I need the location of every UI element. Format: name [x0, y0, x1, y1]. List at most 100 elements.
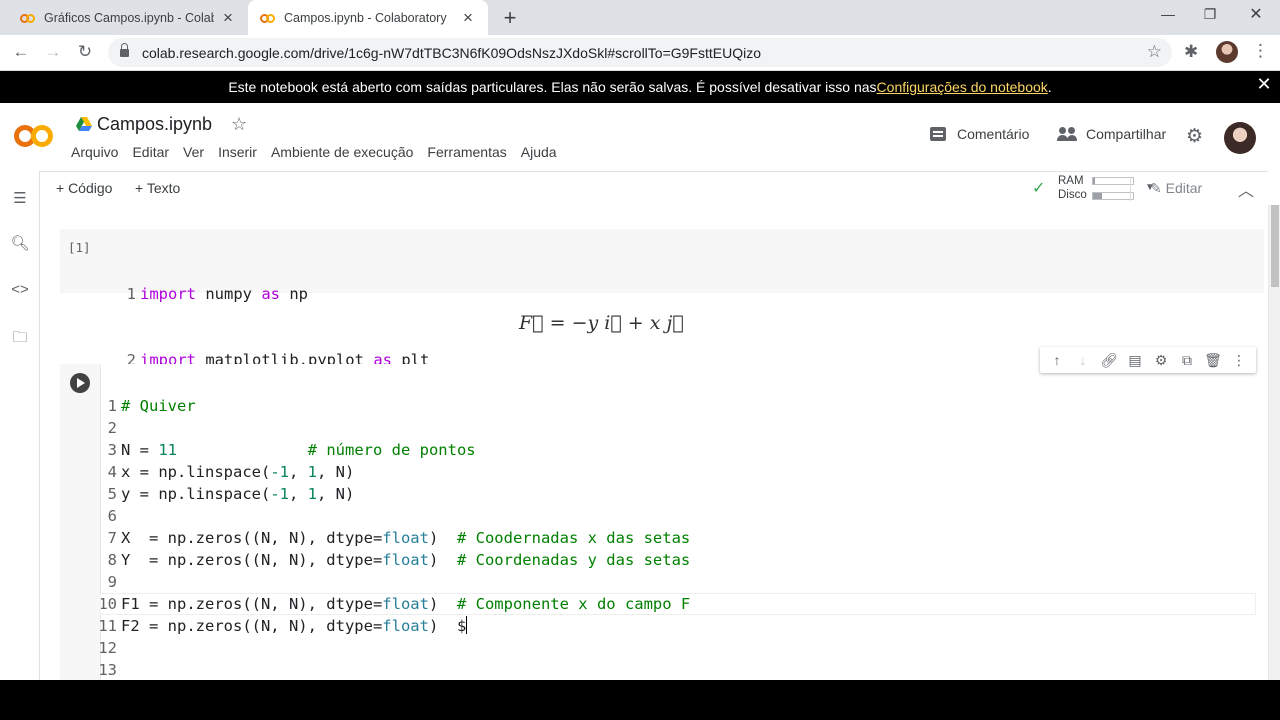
- close-tab-icon[interactable]: ×: [220, 8, 236, 28]
- code-line: 7X = np.zeros((N, N), dtype=float) # Coo…: [107, 529, 691, 547]
- collapse-header-icon[interactable]: ︿: [1238, 177, 1254, 201]
- disk-usage-bar: [1092, 192, 1134, 200]
- link-to-cell-icon[interactable]: 🔗︎: [1099, 352, 1119, 369]
- cell-settings-icon[interactable]: ⚙: [1151, 352, 1171, 369]
- notebook-scrollbar[interactable]: [1268, 205, 1280, 680]
- settings-gear-icon[interactable]: ⚙: [1186, 125, 1203, 148]
- comment-icon: [930, 127, 946, 141]
- menu-arquivo[interactable]: Arquivo: [71, 144, 118, 160]
- notebook-settings-link[interactable]: Configurações do notebook: [877, 79, 1048, 95]
- ram-label: RAM: [1058, 175, 1084, 187]
- code-line: 1 import numpy as np: [126, 285, 308, 303]
- new-tab-icon[interactable]: +: [500, 5, 520, 31]
- close-banner-icon[interactable]: ✕: [1252, 74, 1276, 95]
- more-options-icon[interactable]: ⋮: [1229, 352, 1249, 369]
- banner-text: Este notebook está aberto com saídas par…: [228, 79, 877, 95]
- restore-icon[interactable]: ❐: [1200, 6, 1220, 23]
- comment-label: Comentário: [957, 126, 1030, 142]
- address-bar-row: ← → ↻ colab.research.google.com/drive/1c…: [0, 35, 1280, 71]
- delete-cell-icon[interactable]: 🗑︎: [1203, 352, 1223, 369]
- toolbar-divider: [1130, 177, 1131, 201]
- code-line: 8Y = np.zeros((N, N), dtype=float) # Coo…: [107, 551, 691, 569]
- colab-header: Campos.ipynb ☆ Arquivo Editar Ver Inseri…: [0, 103, 1280, 171]
- code-line: 13: [98, 661, 117, 679]
- menu-inserir[interactable]: Inserir: [218, 144, 257, 160]
- people-icon: [1057, 127, 1077, 141]
- code-snippets-icon[interactable]: <>: [10, 281, 30, 298]
- browser-window: Gráficos Campos.ipynb - Colaboratory × C…: [0, 0, 1280, 680]
- ram-usage-bar: [1092, 177, 1134, 185]
- close-tab-icon[interactable]: ×: [460, 8, 476, 28]
- files-folder-icon[interactable]: 🗀: [10, 327, 30, 352]
- menu-ver[interactable]: Ver: [183, 144, 204, 160]
- pencil-icon: ✎: [1150, 180, 1162, 196]
- code-cell-quiver[interactable]: 1 # Quiver 2 3 N = 11 # número de pontos 4 x =…: [60, 364, 1264, 680]
- search-icon[interactable]: 🔍︎: [10, 234, 30, 252]
- code-line: 11 F2 = np.zeros((N, N), dtype=float) $: [98, 616, 468, 635]
- user-avatar[interactable]: [1224, 122, 1256, 154]
- add-comment-icon[interactable]: ▤: [1125, 352, 1145, 369]
- extensions-icon[interactable]: ✱: [1184, 42, 1198, 62]
- close-window-icon[interactable]: ✕: [1246, 4, 1266, 24]
- current-line-highlight: [100, 593, 1256, 615]
- table-of-contents-icon[interactable]: ☰: [10, 189, 30, 207]
- code-line: 2: [107, 419, 117, 437]
- run-cell-button[interactable]: [70, 373, 90, 393]
- menu-editar[interactable]: Editar: [132, 144, 169, 160]
- omnibox[interactable]: colab.research.google.com/drive/1c6g-nW7…: [108, 38, 1172, 67]
- forward-icon[interactable]: →: [42, 42, 64, 62]
- private-outputs-banner: Este notebook está aberto com saídas par…: [0, 71, 1280, 103]
- colab-favicon-icon: [20, 10, 36, 26]
- cell-editor[interactable]: 1 # Quiver 2 3 N = 11 # número de pontos 4 x =…: [98, 364, 1264, 680]
- star-notebook-icon[interactable]: ☆: [231, 114, 247, 135]
- comment-button[interactable]: Comentário: [930, 126, 1029, 142]
- code-line: 1 # Quiver: [107, 397, 196, 415]
- code-line: 9: [107, 573, 117, 591]
- share-button[interactable]: Compartilhar: [1057, 126, 1166, 142]
- browser-menu-icon[interactable]: ⋮: [1252, 41, 1269, 61]
- tab-strip: Gráficos Campos.ipynb - Colaboratory × C…: [0, 0, 1280, 35]
- code-lines: 1 # Quiver 2 3 N = 11 # número de pontos 4 x =…: [95, 373, 690, 680]
- bookmark-star-icon[interactable]: ☆: [1147, 42, 1162, 62]
- browser-tab-graficos[interactable]: Gráficos Campos.ipynb - Colaboratory ×: [8, 0, 248, 35]
- url-text[interactable]: colab.research.google.com/drive/1c6g-nW7…: [142, 45, 761, 61]
- code-line: 4x = np.linspace(-1, 1, N): [107, 463, 355, 481]
- menu-ambiente-de-execucao[interactable]: Ambiente de execução: [271, 144, 413, 160]
- code-line: 12: [98, 639, 117, 657]
- left-sidebar: ☰ 🔍︎ <> 🗀: [0, 171, 40, 680]
- back-icon[interactable]: ←: [10, 42, 32, 62]
- cell-toolbar: ↑ ↓ 🔗︎ ▤ ⚙ ⧉ 🗑︎ ⋮: [1040, 347, 1256, 373]
- tab-title: Gráficos Campos.ipynb - Colaboratory: [44, 10, 214, 25]
- notebook-title[interactable]: Campos.ipynb: [97, 114, 212, 135]
- code-line: 5y = np.linspace(-1, 1, N): [107, 485, 355, 503]
- execution-count: [1]: [68, 240, 91, 255]
- code-line: 3N = 11 # número de pontos: [107, 441, 476, 459]
- colab-logo-icon[interactable]: [14, 121, 58, 151]
- disk-label: Disco: [1058, 189, 1087, 201]
- text-cell-formula[interactable]: F⃗ = −y i⃗ + x j⃗: [519, 312, 684, 334]
- move-cell-up-icon[interactable]: ↑: [1047, 352, 1067, 368]
- banner-suffix: .: [1047, 79, 1052, 95]
- browser-profile-avatar[interactable]: [1216, 41, 1238, 63]
- reload-icon[interactable]: ↻: [74, 42, 96, 62]
- notebook-toolbar: + Código + Texto ✓ RAM Disco ▼ ✎ Editar …: [40, 171, 1268, 205]
- mirror-cell-icon[interactable]: ⧉: [1177, 352, 1197, 369]
- share-label: Compartilhar: [1086, 126, 1167, 142]
- menu-ferramentas[interactable]: Ferramentas: [427, 144, 506, 160]
- code-line: 6: [107, 507, 117, 525]
- add-code-button[interactable]: + Código: [56, 180, 112, 196]
- formula-text: F⃗ = −y i⃗ + x j⃗: [519, 312, 684, 334]
- browser-tab-campos[interactable]: Campos.ipynb - Colaboratory ×: [248, 0, 488, 35]
- menu-ajuda[interactable]: Ajuda: [521, 144, 557, 160]
- move-cell-down-icon[interactable]: ↓: [1073, 352, 1093, 368]
- minimize-icon[interactable]: —: [1158, 6, 1178, 22]
- code-cell-imports[interactable]: [1] 1 import numpy as np 2 import matplotl…: [60, 229, 1264, 369]
- connected-check-icon: ✓: [1032, 180, 1046, 197]
- edit-label: Editar: [1165, 180, 1203, 196]
- add-text-button[interactable]: + Texto: [135, 180, 180, 196]
- colab-favicon-icon: [260, 10, 276, 26]
- lock-icon: [120, 43, 129, 57]
- scrollbar-thumb[interactable]: [1271, 205, 1279, 287]
- edit-button[interactable]: ✎ Editar: [1150, 180, 1202, 197]
- google-drive-icon: [76, 117, 92, 131]
